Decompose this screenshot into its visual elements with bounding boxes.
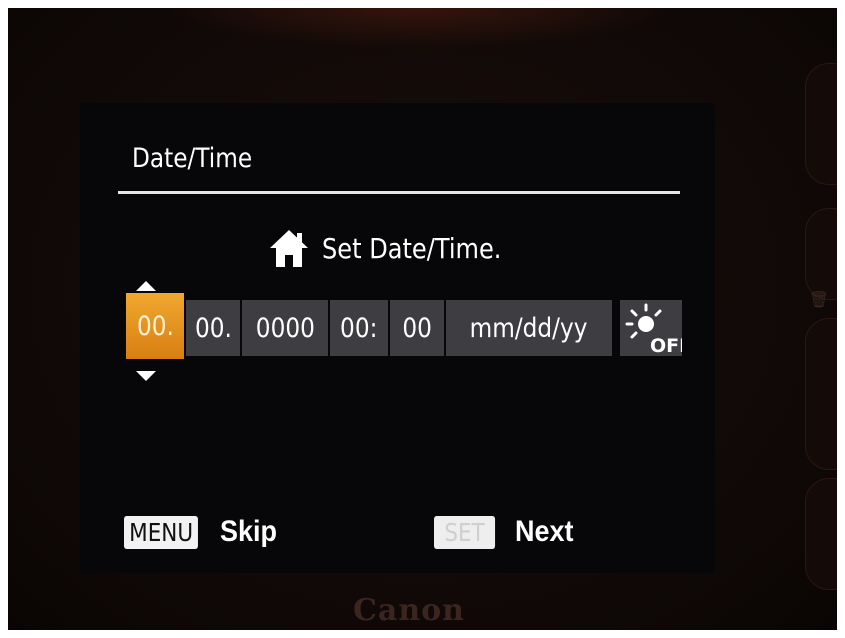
- camera-control-wheel[interactable]: [805, 318, 837, 470]
- camera-button[interactable]: [805, 63, 837, 185]
- next-label: Next: [514, 515, 574, 548]
- camera-dial[interactable]: [805, 208, 837, 300]
- minute-value: 00: [402, 312, 432, 344]
- camera-photo: 🗑 Canon Date/Time Set Date/Time. 00. 00.…: [8, 8, 837, 630]
- month-value: 00.: [136, 310, 174, 342]
- page-title: Date/Time: [132, 143, 253, 174]
- trash-icon: 🗑: [808, 290, 829, 309]
- dst-off-label: OFF: [650, 335, 682, 356]
- prompt-text: Set Date/Time.: [322, 231, 502, 265]
- minute-field[interactable]: 00: [390, 300, 444, 356]
- hour-value: 00:: [340, 312, 378, 344]
- daylight-saving-toggle[interactable]: OFF: [620, 300, 692, 357]
- sun-off-icon: OFF: [625, 303, 692, 357]
- brand-logo: Canon: [353, 593, 465, 628]
- camera-button[interactable]: [805, 478, 837, 590]
- up-arrow-icon: [136, 281, 156, 291]
- year-field[interactable]: 0000: [242, 300, 328, 356]
- title-divider: [118, 191, 680, 194]
- date-format-value: mm/dd/yy: [470, 312, 588, 344]
- prompt: Set Date/Time.: [268, 227, 531, 269]
- bezel-glow: [158, 8, 678, 48]
- home-icon: [270, 230, 308, 267]
- down-arrow-icon: [136, 371, 156, 381]
- set-key-label: SET: [434, 515, 496, 549]
- next-hint[interactable]: SET Next: [434, 515, 580, 549]
- menu-key-label: MENU: [124, 515, 199, 549]
- date-format-field[interactable]: mm/dd/yy: [446, 300, 612, 356]
- day-value: 00.: [194, 312, 232, 344]
- month-field[interactable]: 00.: [126, 293, 184, 359]
- day-field[interactable]: 00.: [186, 300, 240, 356]
- skip-label: Skip: [220, 515, 278, 548]
- skip-hint[interactable]: MENU Skip: [124, 515, 284, 549]
- lcd-screen: Date/Time Set Date/Time. 00. 00. 0000 00…: [80, 103, 715, 573]
- year-value: 0000: [255, 312, 315, 344]
- hour-field[interactable]: 00:: [330, 300, 388, 356]
